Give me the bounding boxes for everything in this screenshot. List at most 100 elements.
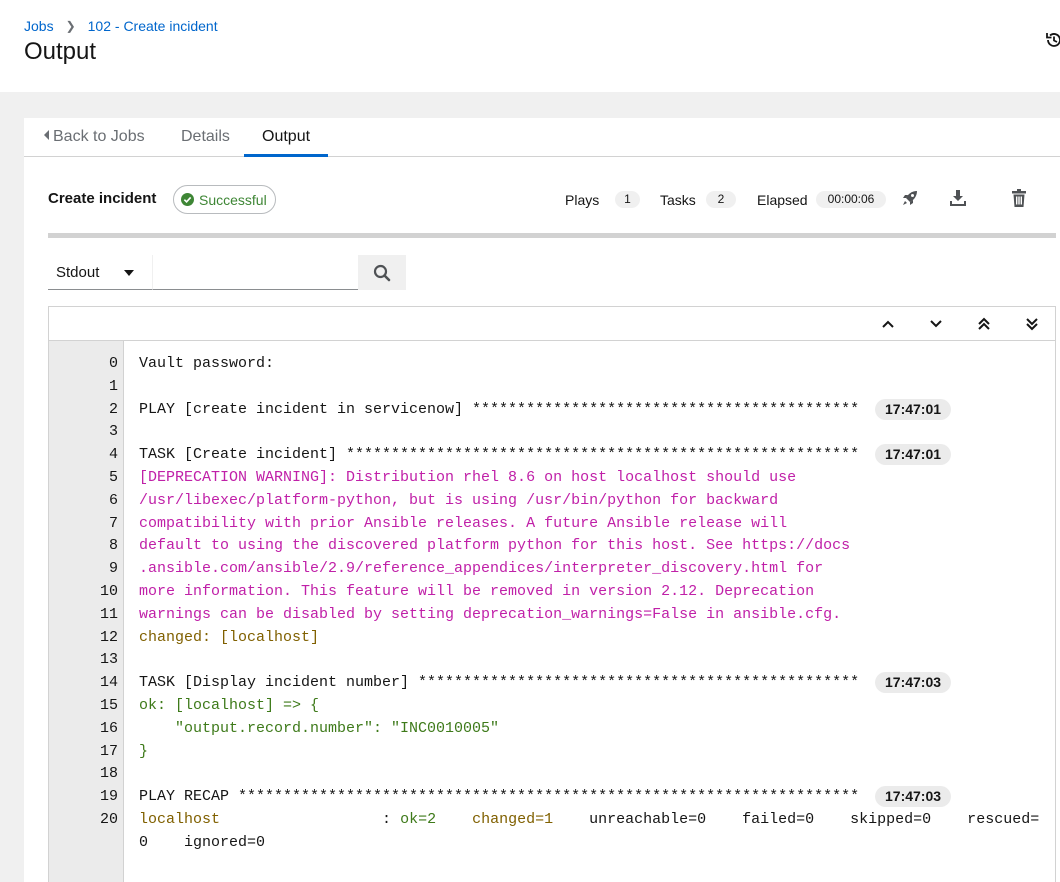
line-number: 17 (99, 742, 118, 760)
history-icon[interactable] (1044, 30, 1060, 50)
search-icon (373, 264, 391, 281)
line-text: PLAY [create incident in servicenow] ***… (139, 400, 860, 418)
output-line: 13 (49, 648, 1055, 671)
line-number: 3 (108, 423, 118, 441)
output-line: 0 ignored=0 (49, 831, 1055, 854)
elapsed-label: Elapsed (757, 192, 808, 208)
breadcrumb-current-link[interactable]: 102 - Create incident (88, 18, 218, 34)
progress-divider (48, 233, 1056, 238)
output-line: 4 TASK [Create incident] ****************… (49, 443, 1055, 466)
recap-segment: ok=2 (400, 811, 437, 828)
tab-back-to-jobs[interactable]: Back to Jobs (44, 118, 145, 157)
recap-segment (553, 811, 589, 828)
output-line: 12 changed: [localhost] (49, 626, 1055, 649)
angle-down-icon[interactable] (929, 317, 943, 331)
status-label: Successful (199, 191, 267, 208)
line-number: 0 (108, 355, 118, 372)
line-number: 16 (99, 719, 118, 737)
output-line: 9 .ansible.com/ansible/2.9/reference_appe… (49, 557, 1055, 580)
timestamp-badge: 17:47:01 (875, 398, 952, 420)
line-text: compatibility with prior Ansible release… (139, 514, 788, 532)
line-text: changed: [localhost] (139, 628, 320, 646)
line-number: 5 (108, 469, 118, 486)
output-line: 6/usr/libexec/platform-python, but is us… (49, 489, 1055, 512)
page-title: Output (24, 38, 97, 65)
line-number: 4 (108, 446, 118, 464)
output-line: 17} (49, 740, 1055, 763)
breadcrumb-jobs-link[interactable]: Jobs (24, 18, 54, 34)
line-number: 2 (108, 400, 118, 418)
recap-segment: localhost (139, 811, 221, 828)
output-line: 1 (49, 375, 1055, 398)
rocket-icon[interactable] (900, 188, 920, 208)
output-line: 10 more information. This feature will be… (49, 580, 1055, 603)
search-row: Stdout (48, 255, 406, 290)
line-number: 12 (99, 628, 118, 646)
caret-left-icon (44, 130, 49, 140)
breadcrumb-separator-icon: ❯ (65, 19, 76, 33)
line-number: 1 (108, 377, 118, 395)
line-number: 11 (99, 605, 118, 623)
output-line: 18 (49, 762, 1055, 785)
check-circle-icon (181, 193, 194, 206)
search-input[interactable] (152, 255, 358, 290)
output-line: 2 PLAY [create incident in servicenow] **… (49, 398, 1055, 421)
line-text: ok: [localhost] => { (139, 697, 320, 714)
trash-icon[interactable] (1009, 188, 1029, 208)
output-line: 16 "output.record.number": "INC0010005" (49, 717, 1055, 740)
line-number: 7 (108, 514, 118, 532)
line-text: warnings can be disabled by setting depr… (139, 605, 842, 623)
output-line: 0 Vault password: (49, 352, 1055, 375)
timestamp-badge: 17:47:03 (875, 672, 952, 694)
line-number: 9 (108, 560, 118, 578)
line-text: localhost : ok=2 changed=1 unreachable=0… (139, 808, 1039, 831)
status-badge: Successful (173, 185, 276, 214)
job-output-card: Back to Jobs Details Output Create incid… (24, 118, 1060, 882)
line-number: 6 (108, 491, 118, 509)
line-text: "output.record.number": "INC0010005" (139, 719, 500, 737)
line-text: [DEPRECATION WARNING]: Distribution rhel… (139, 469, 797, 486)
line-text: } (139, 742, 149, 760)
line-text: Vault password: (139, 355, 275, 372)
angle-double-up-icon[interactable] (977, 317, 991, 331)
page-header: Jobs ❯ 102 - Create incident Output (0, 0, 1060, 92)
line-text: default to using the discovered platform… (139, 537, 851, 555)
line-number: 10 (99, 583, 118, 600)
output-line: 19 PLAY RECAP ***************************… (49, 785, 1055, 808)
output-line: 11 warnings can be disabled by setting de… (49, 603, 1055, 626)
line-number: 19 (99, 788, 118, 806)
output-line: 15 ok: [localhost] => { (49, 694, 1055, 717)
output-body: 0 Vault password: 1 2 PLAY [create incident … (48, 341, 1056, 882)
tasks-count: 2 (706, 191, 736, 208)
recap-segment: unreachable=0 failed=0 skipped=0 rescued… (589, 811, 1040, 828)
search-type-select[interactable]: Stdout (48, 255, 152, 290)
output-line: 3 (49, 420, 1055, 443)
tab-details[interactable]: Details (181, 118, 230, 157)
line-number: 15 (99, 697, 118, 714)
plays-label: Plays (565, 192, 600, 208)
search-type-label: Stdout (56, 263, 100, 281)
output-line: 14 TASK [Display incident number] *******… (49, 671, 1055, 694)
timestamp-badge: 17:47:03 (875, 786, 952, 808)
timestamp-badge: 17:47:01 (875, 444, 952, 466)
recap-segment (436, 811, 472, 828)
breadcrumb: Jobs ❯ 102 - Create incident (24, 18, 218, 34)
angle-double-down-icon[interactable] (1025, 317, 1039, 331)
caret-down-icon (124, 270, 134, 276)
search-button[interactable] (358, 255, 406, 290)
line-text: /usr/libexec/platform-python, but is usi… (139, 491, 779, 509)
output-toolbar (48, 306, 1056, 341)
recap-segment: : (382, 811, 401, 828)
output-line: 8 default to using the discovered platfor… (49, 534, 1055, 557)
output-line: 7 compatibility with prior Ansible releas… (49, 512, 1055, 535)
output-line: 20 localhost : ok=2 changed=1 unreachable… (49, 808, 1055, 831)
line-number: 14 (99, 674, 118, 692)
line-text: TASK [Display incident number] *********… (139, 674, 860, 692)
tab-back-label: Back to Jobs (53, 128, 145, 145)
line-number: 18 (99, 765, 118, 783)
angle-up-icon[interactable] (881, 317, 895, 331)
download-icon[interactable] (948, 188, 968, 208)
plays-count: 1 (615, 191, 640, 208)
tab-output[interactable]: Output (244, 118, 329, 157)
output-line: 5 [DEPRECATION WARNING]: Distribution rhe… (49, 466, 1055, 489)
